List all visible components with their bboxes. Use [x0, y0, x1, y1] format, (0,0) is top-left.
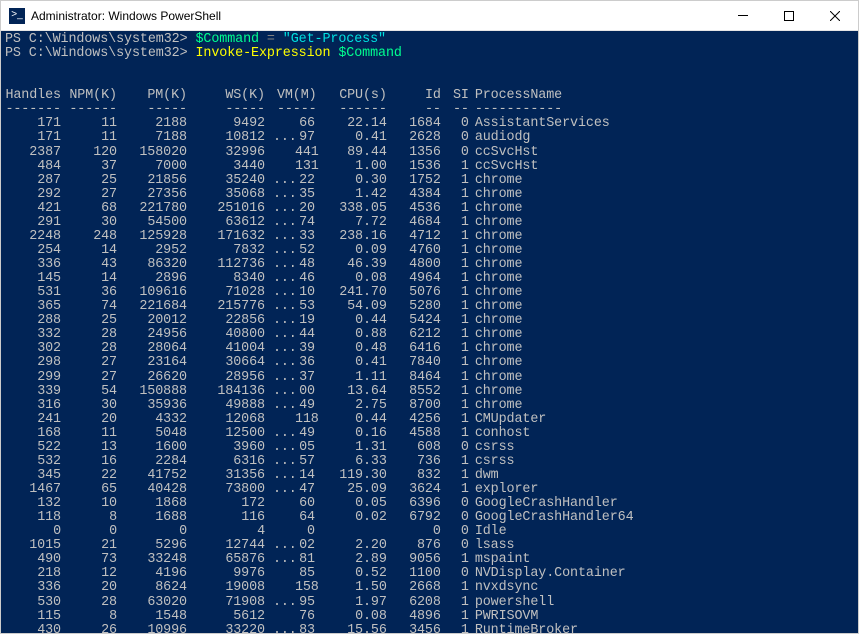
table-row: 132101868172 60 0.0563960GoogleCrashHand… — [5, 497, 854, 511]
table-row: 291305450063612 ...74 7.7246841chrome — [5, 216, 854, 230]
table-row: 430261099633220 ...83 15.5634561RuntimeB… — [5, 624, 854, 633]
table-row: 2181241969976 85 0.5211000NVDisplay.Cont… — [5, 567, 854, 581]
table-row: 238712015802032996 441 89.4413560ccSvcHs… — [5, 146, 854, 160]
table-divider: ----------------------- ----- ----------… — [5, 103, 854, 117]
table-row: 292272735635068 ...35 1.4243841chrome — [5, 188, 854, 202]
table-row: 36574221684215776 ...53 54.0952801chrome — [5, 300, 854, 314]
table-row: 17111718810812 ...97 0.4126280audiodg — [5, 131, 854, 145]
powershell-icon: >_ — [9, 8, 25, 24]
table-row: 2541429527832 ...52 0.0947601chrome — [5, 244, 854, 258]
table-row: 316303593649888 ...49 2.7587001chrome — [5, 399, 854, 413]
table-row: 24120433212068 118 0.4442561CMUpdater — [5, 413, 854, 427]
console-area[interactable]: PS C:\Windows\system32> $Command = "Get-… — [1, 31, 858, 633]
titlebar[interactable]: >_ Administrator: Windows PowerShell — [1, 1, 858, 31]
table-row: 332282495640800 ...44 0.8862121chrome — [5, 328, 854, 342]
prompt-line-1: PS C:\Windows\system32> $Command = "Get-… — [5, 33, 854, 47]
table-row: 1451428968340 ...46 0.0849641chrome — [5, 272, 854, 286]
table-row: 3364386320112736 ...48 46.3948001chrome — [5, 258, 854, 272]
powershell-window: >_ Administrator: Windows PowerShell PS … — [0, 0, 859, 634]
table-row: 11881688116 64 0.0267920GoogleCrashHandl… — [5, 511, 854, 525]
table-row: 42168221780251016 ...20 338.0545361chrom… — [5, 202, 854, 216]
prompt-line-2: PS C:\Windows\system32> Invoke-Expressio… — [5, 47, 854, 61]
table-row: 345224175231356 ...14 119.308321dwm — [5, 469, 854, 483]
table-row: 1467654042873800 ...47 25.0936241explore… — [5, 483, 854, 497]
window-title: Administrator: Windows PowerShell — [31, 9, 720, 23]
table-row: 5313610961671028 ...10 241.7050761chrome — [5, 286, 854, 300]
table-row: 5221316003960 ...05 1.316080csrss — [5, 441, 854, 455]
table-row: 287252185635240 ...22 0.3017521chrome — [5, 174, 854, 188]
table-row: 288252001222856 ...19 0.4454241chrome — [5, 314, 854, 328]
table-row: 16811504812500 ...49 0.1645881conhost — [5, 427, 854, 441]
window-controls — [720, 1, 858, 30]
table-header: HandlesNPM(K)PM(K)WS(K) VM(M) CPU(s)IdSI… — [5, 89, 854, 103]
table-row: 299272662028956 ...37 1.1184641chrome — [5, 371, 854, 385]
table-row: 33954150888184136 ...00 13.6485521chrome — [5, 385, 854, 399]
table-row: 1711121889492 66 22.1416840AssistantServ… — [5, 117, 854, 131]
minimize-button[interactable] — [720, 1, 766, 30]
table-row: 298272316430664 ...36 0.4178401chrome — [5, 356, 854, 370]
table-row: 490733324865876 ...81 2.8990561mspaint — [5, 553, 854, 567]
table-row: 101521529612744 ...02 2.208760lsass — [5, 539, 854, 553]
table-row: 5321622846316 ...57 6.337361csrss — [5, 455, 854, 469]
table-row: 530286302071908 ...95 1.9762081powershel… — [5, 596, 854, 610]
table-row: 4843770003440 131 1.0015361ccSvcHst — [5, 160, 854, 174]
table-row: 115815485612 76 0.0848961PWRISOVM — [5, 610, 854, 624]
table-row: 33620862419008 158 1.5026681nvxdsync — [5, 581, 854, 595]
table-row: 302282806441004 ...39 0.4864161chrome — [5, 342, 854, 356]
table-row: 0004 0 00Idle — [5, 525, 854, 539]
close-button[interactable] — [812, 1, 858, 30]
table-row: 2248248125928171632 ...33 238.1647121chr… — [5, 230, 854, 244]
maximize-button[interactable] — [766, 1, 812, 30]
